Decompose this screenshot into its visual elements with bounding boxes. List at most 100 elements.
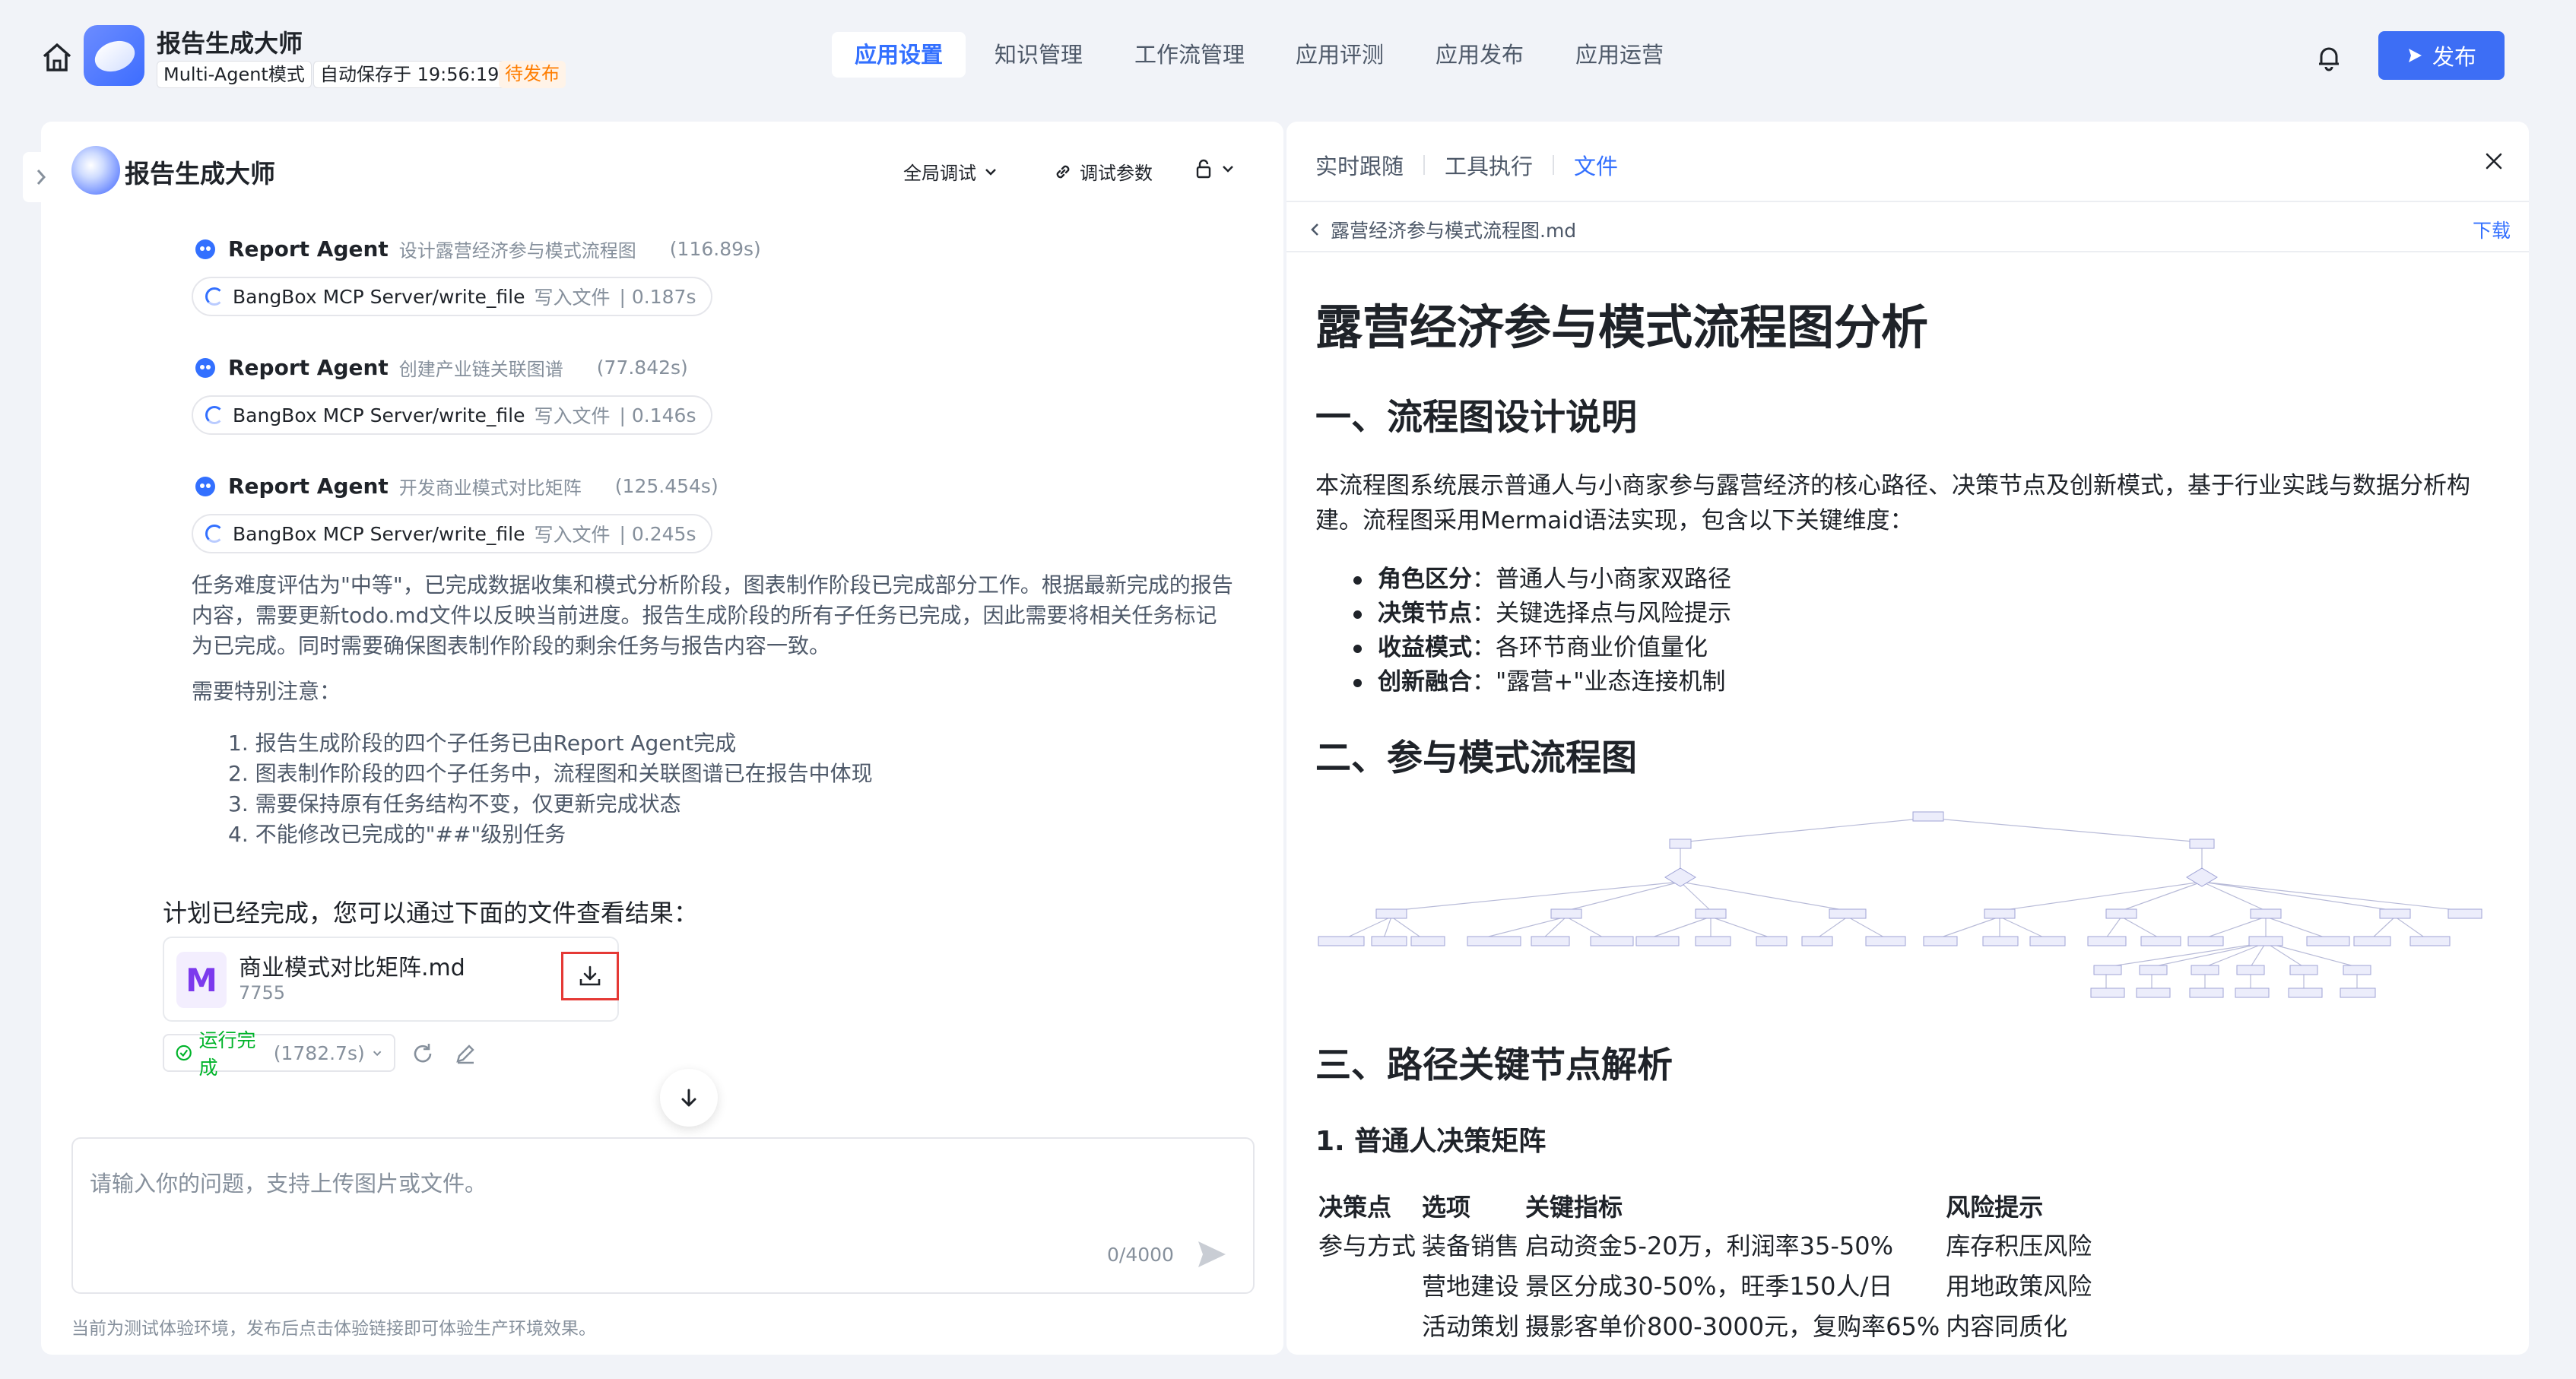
app-logo xyxy=(84,25,144,86)
section-paragraph: 本流程图系统展示普通人与小商家参与露营经济的核心路径、决策节点及创新模式，基于行… xyxy=(1315,472,2470,534)
table-cell: 装备销售 xyxy=(1422,1231,1520,1260)
close-icon xyxy=(2486,153,2502,170)
run-status-label: 运行完成 xyxy=(198,1029,256,1079)
result-file-card[interactable]: M 商业模式对比矩阵.md 7755 xyxy=(163,937,619,1022)
table-cell: 参与方式 xyxy=(1318,1231,1416,1260)
chat-avatar xyxy=(71,146,120,195)
loading-icon xyxy=(205,406,224,424)
agent-time: (116.89s) xyxy=(669,238,761,260)
note-list: 1. 报告生成阶段的四个子任务已由Report Agent完成 2. 图表制作阶… xyxy=(228,728,873,850)
mode-switch-dropdown[interactable] xyxy=(1194,158,1236,179)
list-item: 2. 图表制作阶段的四个子任务中，流程图和关联图谱已在报告中体现 xyxy=(228,761,873,786)
table-cell: 启动资金5-20万，利润率35-50% xyxy=(1525,1231,1894,1260)
list-item: 3. 需要保持原有任务结构不变，仅更新完成状态 xyxy=(228,791,681,816)
file-size: 7755 xyxy=(239,982,286,1003)
agent-icon xyxy=(195,476,215,496)
chevron-left-icon xyxy=(1311,223,1318,236)
tool-action: 写入文件 xyxy=(534,287,611,309)
agent-icon xyxy=(195,239,215,259)
tab-realtime[interactable]: 实时跟随 xyxy=(1315,149,1404,181)
tool-call-chip[interactable]: BangBox MCP Server/write_file 写入文件 | 0.1… xyxy=(192,395,713,435)
tool-call-chip[interactable]: BangBox MCP Server/write_file 写入文件 | 0.2… xyxy=(192,514,713,553)
agent-desc: 设计露营经济参与模式流程图 xyxy=(398,240,636,262)
flowchart-image xyxy=(1315,804,2501,1010)
edit-button[interactable] xyxy=(450,1038,481,1069)
file-path: 露营经济参与模式流程图.md xyxy=(1331,220,1577,242)
tool-action: 写入文件 xyxy=(534,405,611,427)
table-cell: 景区分成30-50%，旺季150人/日 xyxy=(1525,1271,1893,1301)
agent-step[interactable]: Report Agent 创建产业链关联图谱 (77.842s) xyxy=(193,354,688,381)
file-name: 商业模式对比矩阵.md xyxy=(239,955,465,981)
tab-divider xyxy=(1423,155,1426,175)
table-cell xyxy=(1315,1264,1419,1305)
table-header: 关键指标 xyxy=(1525,1193,1623,1222)
input-placeholder: 请输入你的问题，支持上传图片或文件。 xyxy=(90,1171,487,1197)
debug-params-button[interactable]: 调试参数 xyxy=(1052,158,1153,185)
tool-call-chip[interactable]: BangBox MCP Server/write_file 写入文件 | 0.1… xyxy=(192,277,713,316)
table-header: 选项 xyxy=(1422,1193,1471,1222)
table-row: 活动策划 摄影客单价800-3000元，复购率65% 内容同质化 xyxy=(1315,1305,2095,1345)
table-cell: 营地建设 xyxy=(1422,1271,1520,1301)
tab-operation[interactable]: 应用运营 xyxy=(1553,32,1686,78)
tab-workflow[interactable]: 工作流管理 xyxy=(1112,32,1267,78)
loading-icon xyxy=(205,525,224,543)
bell-icon[interactable] xyxy=(2314,43,2343,72)
edit-icon xyxy=(456,1045,474,1064)
table-cell: 摄影客单价800-3000元，复购率65% xyxy=(1525,1311,1940,1341)
list-item: 收益模式：各环节商业价值量化 xyxy=(1353,631,1731,665)
app-title: 报告生成大师 xyxy=(157,29,303,58)
chevron-down-icon xyxy=(985,168,996,176)
lock-icon xyxy=(1196,159,1211,179)
table-cell: 用地政策风险 xyxy=(1946,1271,2092,1301)
section-heading: 三、路径关键节点解析 xyxy=(1315,1045,1673,1086)
tab-app-settings[interactable]: 应用设置 xyxy=(832,32,966,78)
tool-time: | 0.245s xyxy=(619,522,696,545)
subsection-heading: 1. 普通人决策矩阵 xyxy=(1315,1126,1547,1157)
send-icon xyxy=(2408,49,2422,62)
tab-files[interactable]: 文件 xyxy=(1574,149,1618,181)
global-debug-dropdown[interactable]: 全局调试 xyxy=(903,158,999,185)
mode-tag: Multi-Agent模式 xyxy=(157,61,312,88)
list-item: 角色区分：普通人与小商家双路径 xyxy=(1353,563,1731,597)
tab-tool-exec[interactable]: 工具执行 xyxy=(1445,149,1533,181)
publish-button[interactable]: 发布 xyxy=(2378,31,2505,80)
run-status-dropdown[interactable]: 运行完成 (1782.7s) xyxy=(163,1029,395,1079)
doc-title: 露营经济参与模式流程图分析 xyxy=(1315,300,1929,355)
environment-note: 当前为测试体验环境，发布后点击体验链接即可体验生产环境效果。 xyxy=(71,1319,596,1339)
agent-icon xyxy=(195,357,215,378)
tab-publish[interactable]: 应用发布 xyxy=(1413,32,1547,78)
agent-step[interactable]: Report Agent 设计露营经济参与模式流程图 (116.89s) xyxy=(193,236,761,262)
table-cell: 内容同质化 xyxy=(1946,1311,2068,1341)
markdown-file-icon: M xyxy=(176,952,227,1008)
scroll-to-bottom-button[interactable] xyxy=(660,1069,718,1127)
link-icon xyxy=(1056,165,1070,178)
publish-label: 发布 xyxy=(2432,44,2476,70)
collapse-sidebar-button[interactable] xyxy=(23,152,58,202)
send-button[interactable] xyxy=(1195,1238,1229,1271)
status-badge: 待发布 xyxy=(499,61,566,88)
chevron-down-icon xyxy=(1223,166,1233,173)
download-link[interactable]: 下载 xyxy=(2473,216,2511,243)
tab-knowledge[interactable]: 知识管理 xyxy=(972,32,1106,78)
tool-name: BangBox MCP Server/write_file xyxy=(233,522,525,545)
file-breadcrumb[interactable]: 露营经济参与模式流程图.md xyxy=(1308,216,1576,243)
agent-desc: 开发商业模式对比矩阵 xyxy=(398,477,582,499)
agent-step[interactable]: Report Agent 开发商业模式对比矩阵 (125.454s) xyxy=(193,473,719,499)
download-button[interactable] xyxy=(561,952,619,1000)
chevron-right-icon xyxy=(36,170,46,185)
list-item: 决策节点：关键选择点与风险提示 xyxy=(1353,597,1731,631)
agent-desc: 创建产业链关联图谱 xyxy=(398,359,563,380)
debug-params-label: 调试参数 xyxy=(1080,163,1153,184)
chat-input[interactable]: 请输入你的问题，支持上传图片或文件。 0/4000 xyxy=(71,1137,1255,1294)
regenerate-button[interactable] xyxy=(408,1038,438,1069)
home-icon[interactable] xyxy=(38,40,76,74)
divider xyxy=(1286,201,2529,202)
note-title: 需要特别注意： xyxy=(192,679,341,704)
tab-evaluation[interactable]: 应用评测 xyxy=(1273,32,1407,78)
loading-icon xyxy=(205,287,224,306)
table-header: 风险提示 xyxy=(1946,1193,2044,1222)
preview-tabs: 实时跟随 工具执行 文件 xyxy=(1315,149,1618,181)
send-icon xyxy=(1198,1241,1226,1267)
close-preview-button[interactable] xyxy=(2482,149,2506,173)
tool-action: 写入文件 xyxy=(534,524,611,546)
